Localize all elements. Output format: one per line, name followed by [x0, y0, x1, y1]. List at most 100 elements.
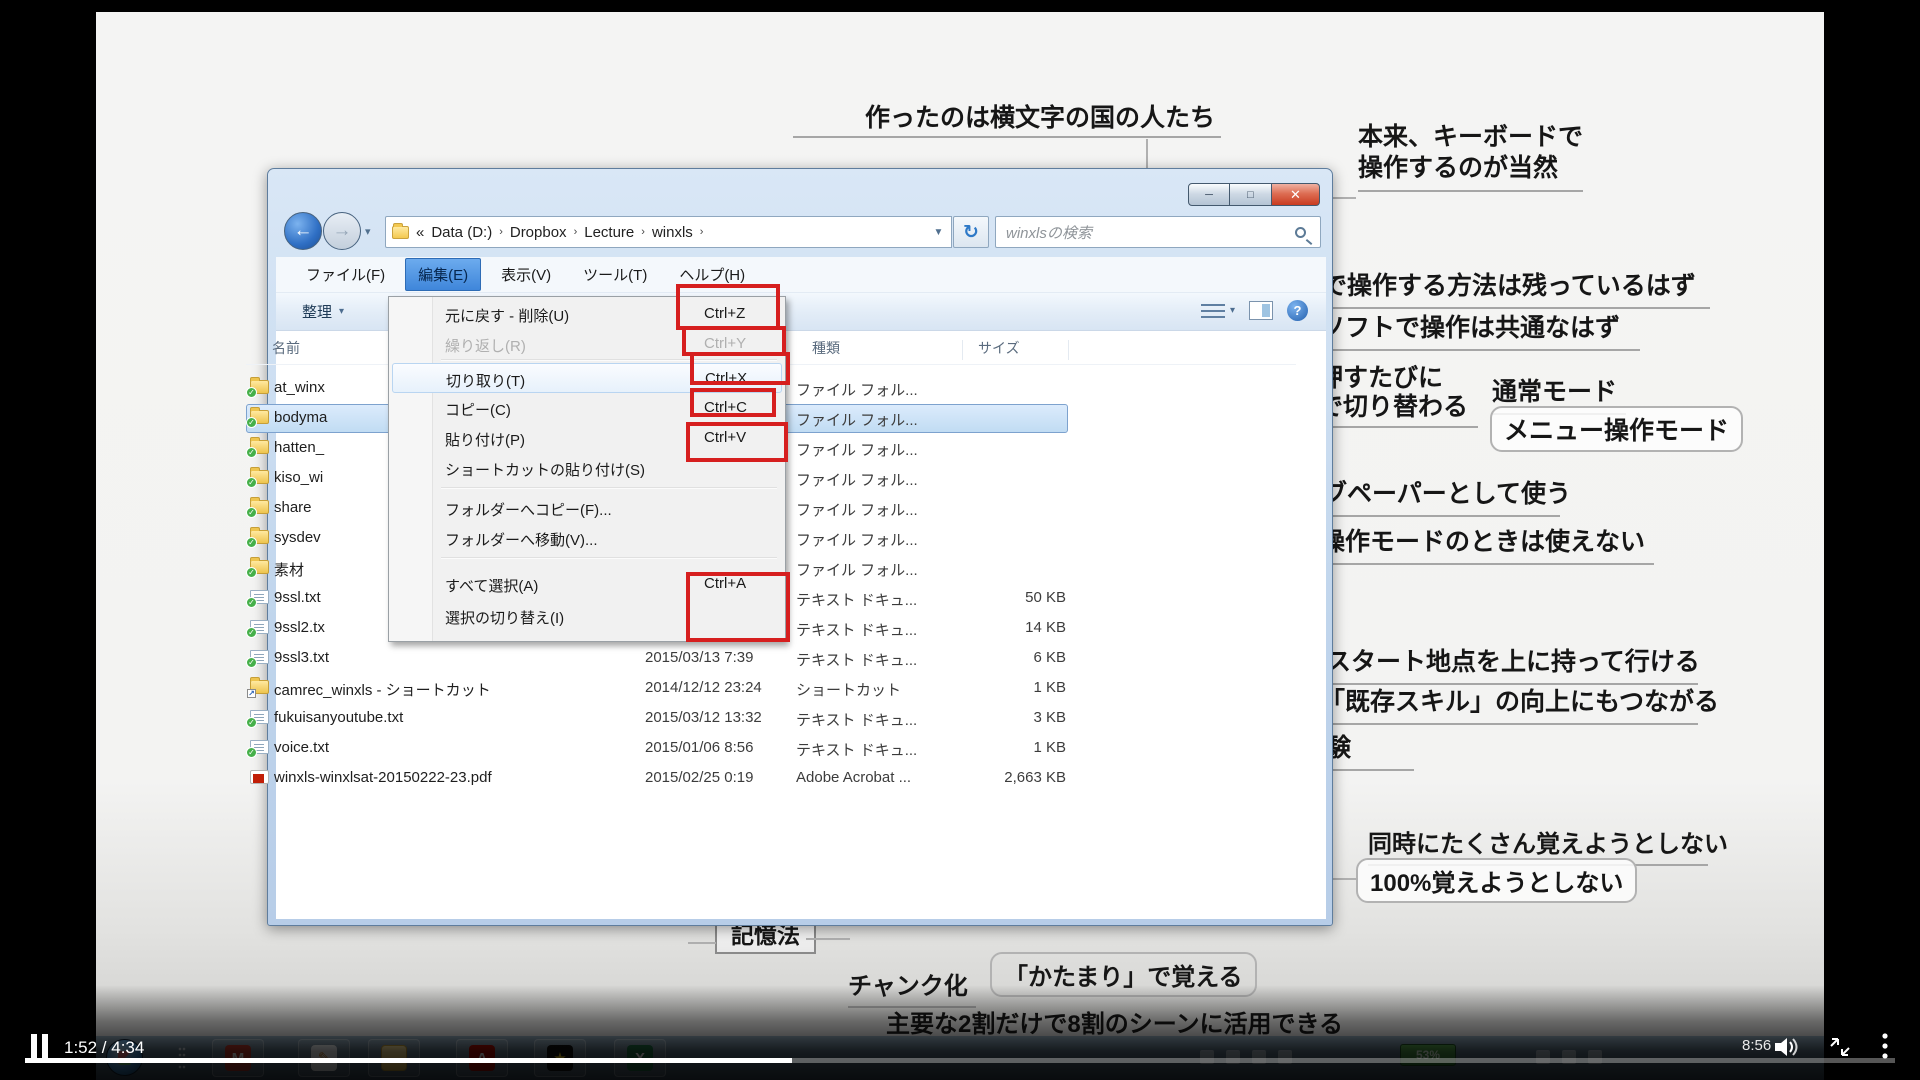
file-size: 6 KB [990, 649, 1066, 666]
annotation-existing-skill: 「既存スキル」の向上にもつながる [1320, 682, 1698, 725]
dropbox-sync-icon: ✓ [246, 447, 257, 458]
annotation-creator: 作ったのは横文字の国の人たち [865, 98, 1215, 134]
file-size: 2,663 KB [990, 769, 1066, 786]
file-date: 2015/01/06 8:56 [645, 739, 753, 756]
menu-item-copy-to-folder[interactable]: フォルダーへコピー(F)... [392, 493, 782, 523]
file-date: 2014/12/12 23:24 [645, 679, 762, 696]
menu-view[interactable]: 表示(V) [489, 259, 563, 290]
file-row[interactable]: ✓ fukuisanyoutube.txt 2015/03/12 13:32 テ… [246, 704, 1320, 733]
file-name: hatten_ [274, 439, 324, 456]
annotation-keyboard: 本来、キーボードで 操作するのが当然 [1358, 122, 1583, 192]
breadcrumb-item[interactable]: winxls [652, 224, 693, 241]
file-type: ファイル フォル... [796, 499, 918, 520]
highlight-box-ctrl-v [686, 422, 788, 462]
seek-bar-played [25, 1058, 792, 1063]
dropbox-sync-icon: ✓ [246, 537, 257, 548]
folder-icon [392, 226, 409, 239]
text-file-icon: ✓ [250, 648, 269, 665]
file-row[interactable]: ↗ camrec_winxls - ショートカット 2014/12/12 23:… [246, 674, 1320, 703]
dropbox-sync-icon: ✓ [246, 717, 257, 728]
menu-file[interactable]: ファイル(F) [294, 259, 397, 290]
annotation-common-ops: ソフトで操作は共通なはず [1320, 308, 1640, 351]
annotation-text: 押すたびに [1318, 364, 1478, 393]
help-icon[interactable]: ? [1287, 300, 1308, 321]
organize-button[interactable]: 整理 ▾ [294, 297, 352, 326]
breadcrumb-prefix: « [416, 224, 424, 241]
annotation-method-remains: で操作する方法は残っているはず [1322, 266, 1710, 309]
file-date: 2015/03/12 13:32 [645, 709, 762, 726]
search-input[interactable]: winxlsの検索 [995, 216, 1321, 248]
node-underline [793, 136, 1221, 138]
breadcrumb[interactable]: « Data (D:) › Dropbox › Lecture › winxls… [385, 216, 951, 248]
shortcut-arrow-icon: ↗ [247, 689, 256, 698]
file-type: ファイル フォル... [796, 529, 918, 550]
player-gradient-overlay [0, 985, 1920, 1080]
preview-pane-icon[interactable] [1249, 301, 1273, 320]
organize-label: 整理 [302, 301, 332, 322]
file-type: ファイル フォル... [796, 409, 918, 430]
recent-pages-chevron-icon[interactable]: ▾ [365, 225, 371, 238]
breadcrumb-item[interactable]: Lecture [584, 224, 634, 241]
column-header-type[interactable]: 種類 [812, 338, 840, 358]
column-header-name[interactable]: 名前 [272, 338, 300, 358]
file-name: bodyma [274, 409, 327, 426]
folder-icon: ✓ [250, 468, 269, 485]
search-icon[interactable] [1295, 227, 1306, 238]
text-file-icon: ✓ [250, 708, 269, 725]
file-name: camrec_winxls - ショートカット [274, 679, 491, 700]
letterbox-right [1824, 0, 1920, 1080]
breadcrumb-separator-icon: › [574, 226, 578, 238]
highlight-box-ctrl-a [686, 572, 790, 642]
file-type: テキスト ドキュ... [796, 739, 917, 760]
dropbox-sync-icon: ✓ [246, 477, 257, 488]
annotation-text: 本来、キーボードで [1358, 122, 1583, 153]
breadcrumb-item[interactable]: Dropbox [510, 224, 567, 241]
minimize-button[interactable]: ─ [1188, 183, 1230, 206]
maximize-button[interactable]: □ [1230, 183, 1272, 206]
menu-item-move-to-folder[interactable]: フォルダーへ移動(V)... [392, 523, 782, 553]
annotation-cannot-use: 操作モードのときは使えない [1320, 522, 1654, 565]
folder-icon: ✓ [250, 438, 269, 455]
annotation-text: で切り替わる [1318, 393, 1478, 422]
connector-line [1332, 197, 1356, 199]
file-size: 50 KB [990, 589, 1066, 606]
annotation-menu-mode: メニュー操作モード [1490, 406, 1743, 452]
seek-bar[interactable] [25, 1058, 1895, 1063]
menu-tools[interactable]: ツール(T) [571, 259, 659, 290]
refresh-button[interactable]: ↻ [953, 216, 989, 248]
menu-bar: ファイル(F) 編集(E) 表示(V) ツール(T) ヘルプ(H) [276, 257, 1326, 293]
close-button[interactable]: ✕ [1272, 183, 1320, 206]
annotation-cheat-paper: ブペーパーとして使う [1322, 474, 1560, 517]
back-button[interactable]: ← [284, 212, 322, 250]
pause-button[interactable] [31, 1034, 53, 1058]
dropbox-sync-icon: ✓ [246, 657, 257, 668]
forward-button[interactable]: → [323, 212, 361, 250]
file-type: ファイル フォル... [796, 559, 918, 580]
file-size: 14 KB [990, 619, 1066, 636]
address-bar-row: ← → ▾ « Data (D:) › Dropbox › Lecture › … [268, 211, 1332, 253]
file-row[interactable]: ✓ 9ssl3.txt 2015/03/13 7:39 テキスト ドキュ... … [246, 644, 1320, 673]
file-row[interactable]: winxls-winxlsat-20150222-23.pdf 2015/02/… [246, 764, 1320, 793]
change-view-button[interactable]: ▾ [1201, 302, 1235, 320]
time-display: 1:52 / 4:34 [64, 1038, 144, 1058]
highlight-box-ctrl-z [676, 284, 780, 330]
breadcrumb-item[interactable]: Data (D:) [431, 224, 492, 241]
caret-down-icon: ▾ [1230, 305, 1235, 316]
file-type: ショートカット [796, 679, 901, 700]
annotation-dont-100: 100%覚えようとしない [1356, 858, 1637, 903]
file-name: share [274, 499, 312, 516]
column-header-size[interactable]: サイズ [978, 338, 1020, 358]
address-dropdown-button[interactable]: ▼ [926, 216, 952, 248]
file-row[interactable]: ✓ voice.txt 2015/01/06 8:56 テキスト ドキュ... … [246, 734, 1320, 763]
file-type: テキスト ドキュ... [796, 589, 917, 610]
dropbox-sync-icon: ✓ [246, 417, 257, 428]
letterbox-left [0, 0, 96, 1080]
folder-icon: ✓ [250, 528, 269, 545]
file-name: 素材 [274, 559, 304, 580]
recorded-clock: 8:56 [1742, 1037, 1771, 1054]
file-type: テキスト ドキュ... [796, 709, 917, 730]
dropbox-sync-icon: ✓ [246, 507, 257, 518]
menu-edit[interactable]: 編集(E) [405, 258, 481, 291]
file-name: 9ssl.txt [274, 589, 321, 606]
file-name: at_winx [274, 379, 325, 396]
